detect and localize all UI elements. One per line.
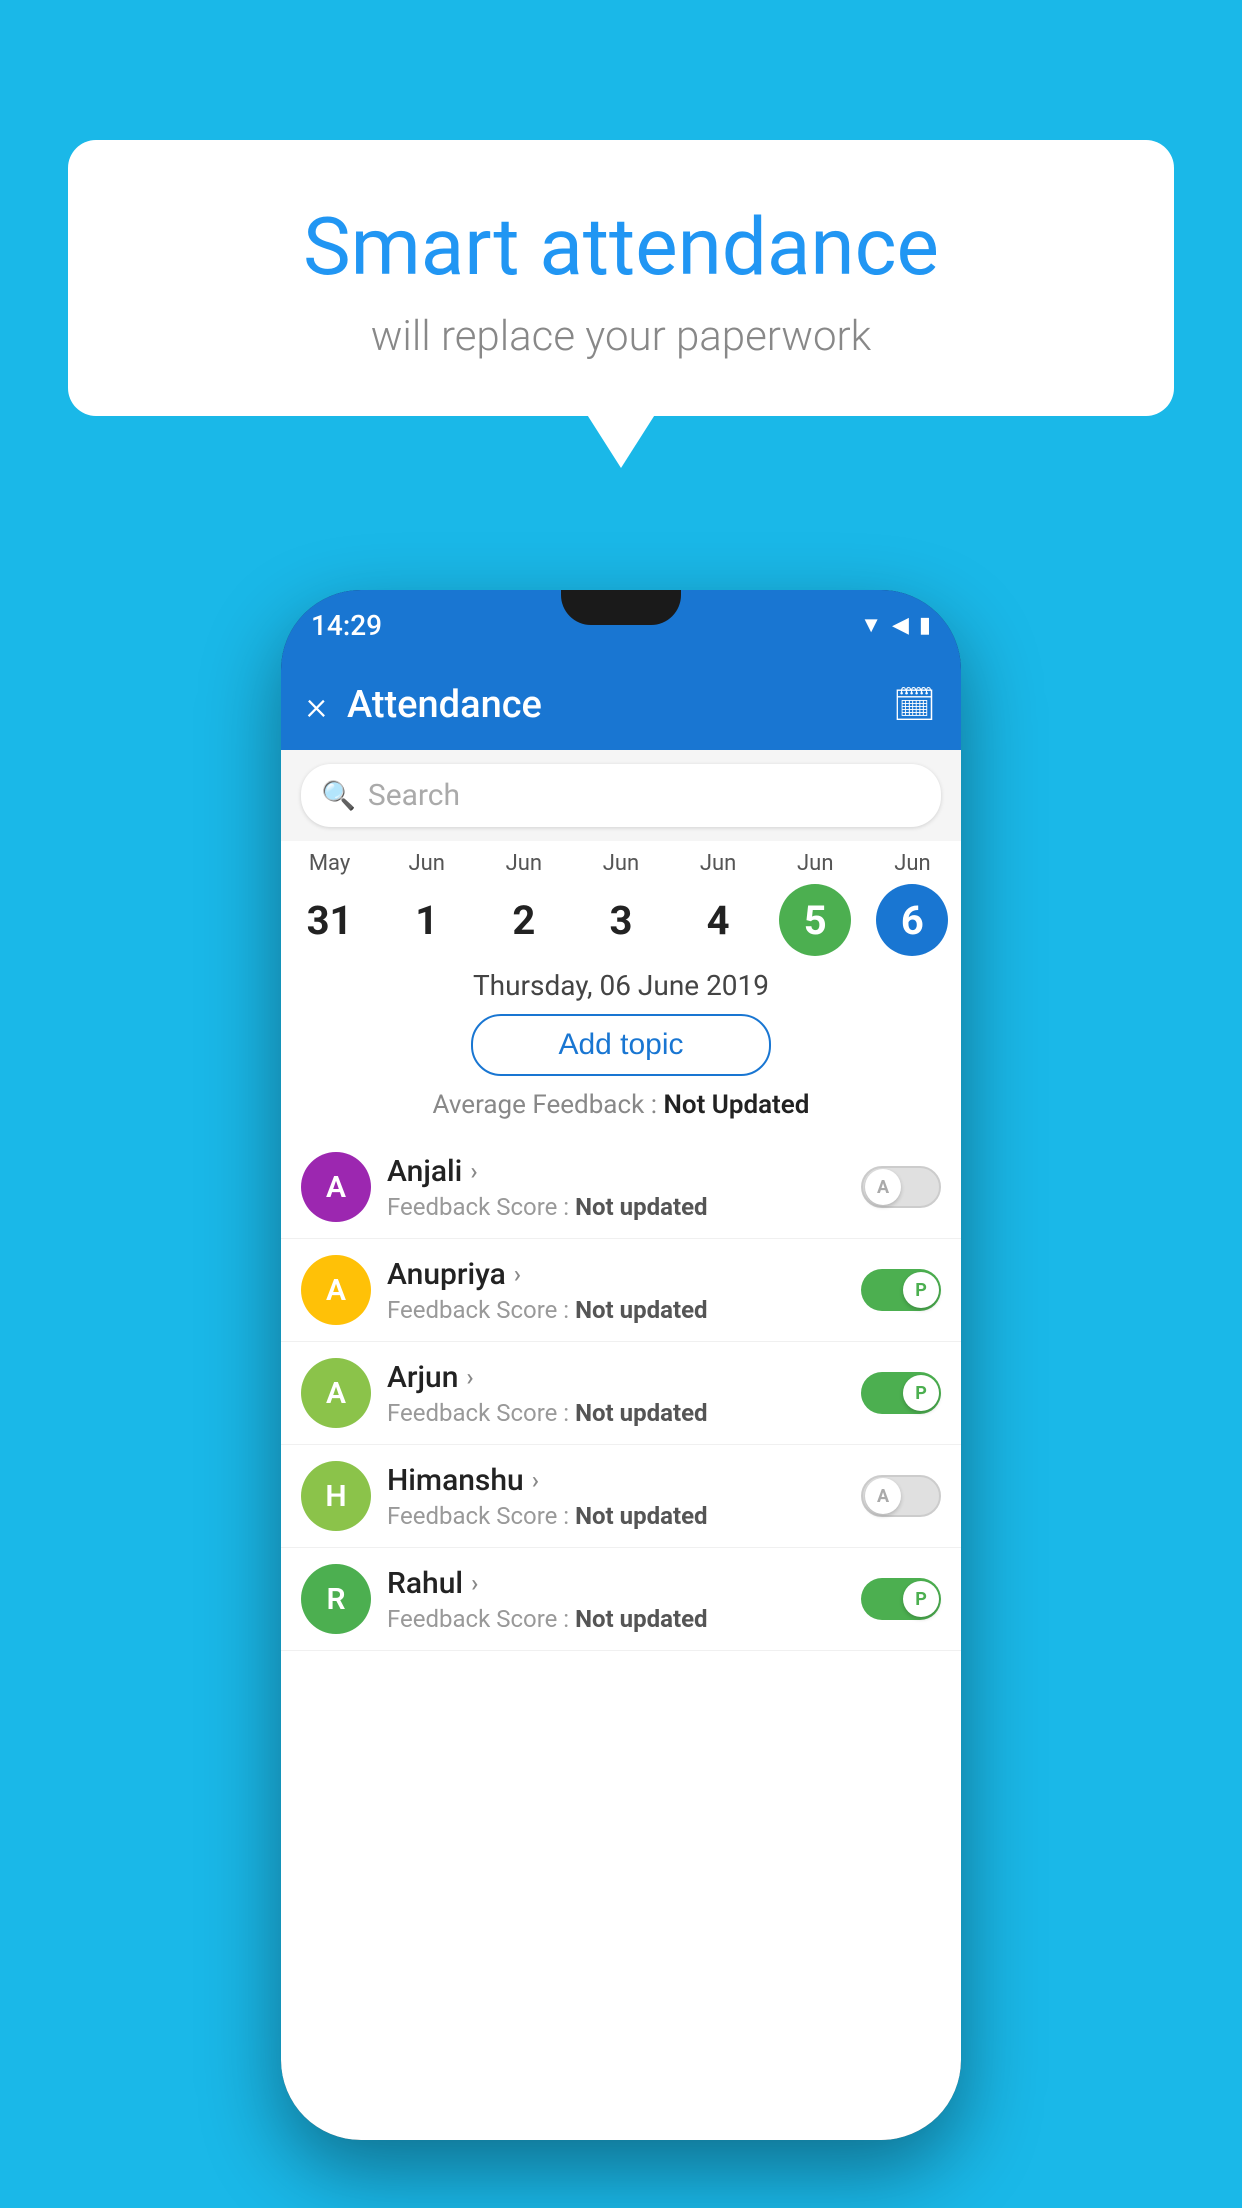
- student-feedback-3: Feedback Score : Not updated: [387, 1502, 845, 1530]
- student-name-1: Anupriya ›: [387, 1257, 845, 1292]
- add-topic-button[interactable]: Add topic: [471, 1014, 771, 1076]
- student-info-3: Himanshu › Feedback Score : Not updated: [387, 1463, 845, 1530]
- chevron-icon: ›: [514, 1260, 521, 1288]
- student-item-2[interactable]: A Arjun › Feedback Score : Not updated P: [281, 1342, 961, 1445]
- cal-date-5: 5: [779, 884, 851, 956]
- bubble-title: Smart attendance: [118, 200, 1124, 294]
- bubble-subtitle: will replace your paperwork: [118, 312, 1124, 361]
- calendar-day-5[interactable]: Jun 5: [770, 851, 860, 956]
- speech-bubble: Smart attendance will replace your paper…: [68, 140, 1174, 416]
- toggle-knob-1: P: [903, 1272, 939, 1308]
- cal-date-3: 3: [585, 884, 657, 956]
- student-item-4[interactable]: R Rahul › Feedback Score : Not updated P: [281, 1548, 961, 1651]
- student-feedback-4: Feedback Score : Not updated: [387, 1605, 845, 1633]
- student-item-0[interactable]: A Anjali › Feedback Score : Not updated A: [281, 1136, 961, 1239]
- status-icons: ▼ ◀ ▮: [860, 612, 931, 638]
- app-bar-title: Attendance: [347, 683, 873, 727]
- status-time: 14:29: [311, 609, 382, 642]
- search-bar-container: 🔍 Search: [281, 750, 961, 841]
- phone-screen: 🔍 Search May 31 Jun 1 Jun 2 Jun 3 Jun 4 Jun 5 Jun 6 T…: [281, 750, 961, 2140]
- search-input-wrapper[interactable]: 🔍 Search: [301, 764, 941, 827]
- attendance-toggle-2[interactable]: P: [861, 1372, 941, 1414]
- student-item-1[interactable]: A Anupriya › Feedback Score : Not updated P: [281, 1239, 961, 1342]
- student-info-2: Arjun › Feedback Score : Not updated: [387, 1360, 845, 1427]
- student-avatar-0: A: [301, 1152, 371, 1222]
- selected-date-label: Thursday, 06 June 2019: [281, 961, 961, 1014]
- student-feedback-0: Feedback Score : Not updated: [387, 1193, 845, 1221]
- calendar-day-1[interactable]: Jun 1: [382, 851, 472, 956]
- cal-date-1: 1: [391, 884, 463, 956]
- toggle-knob-4: P: [903, 1581, 939, 1617]
- student-info-4: Rahul › Feedback Score : Not updated: [387, 1566, 845, 1633]
- attendance-toggle-0[interactable]: A: [861, 1166, 941, 1208]
- student-avatar-1: A: [301, 1255, 371, 1325]
- cal-month-3: Jun: [603, 851, 639, 876]
- calendar-day-0[interactable]: May 31: [285, 851, 375, 956]
- toggle-knob-0: A: [865, 1169, 901, 1205]
- cal-date-4: 4: [682, 884, 754, 956]
- student-feedback-2: Feedback Score : Not updated: [387, 1399, 845, 1427]
- cal-month-4: Jun: [700, 851, 736, 876]
- search-icon: 🔍: [321, 779, 356, 812]
- avg-feedback-label: Average Feedback :: [433, 1090, 657, 1120]
- attendance-toggle-3[interactable]: A: [861, 1475, 941, 1517]
- avg-feedback: Average Feedback : Not Updated: [281, 1090, 961, 1120]
- chevron-icon: ›: [466, 1363, 473, 1391]
- cal-date-6: 6: [876, 884, 948, 956]
- app-bar: × Attendance 🗓: [281, 660, 961, 750]
- wifi-icon: ▼: [860, 612, 882, 638]
- chevron-icon: ›: [470, 1157, 477, 1185]
- cal-date-0: 31: [294, 884, 366, 956]
- calendar-strip: May 31 Jun 1 Jun 2 Jun 3 Jun 4 Jun 5 Jun 6: [281, 841, 961, 961]
- toggle-knob-2: P: [903, 1375, 939, 1411]
- student-name-4: Rahul ›: [387, 1566, 845, 1601]
- student-item-3[interactable]: H Himanshu › Feedback Score : Not updated A: [281, 1445, 961, 1548]
- cal-date-2: 2: [488, 884, 560, 956]
- student-name-0: Anjali ›: [387, 1154, 845, 1189]
- toggle-knob-3: A: [865, 1478, 901, 1514]
- chevron-icon: ›: [471, 1569, 478, 1597]
- student-feedback-1: Feedback Score : Not updated: [387, 1296, 845, 1324]
- avg-feedback-value: Not Updated: [663, 1090, 809, 1120]
- calendar-day-2[interactable]: Jun 2: [479, 851, 569, 956]
- signal-icon: ◀: [892, 613, 909, 638]
- student-list: AAnjali ›Feedback Score : Not updatedAAA…: [281, 1136, 961, 1651]
- student-avatar-4: R: [301, 1564, 371, 1634]
- calendar-icon[interactable]: 🗓: [893, 685, 936, 725]
- phone-frame: 14:29 ▼ ◀ ▮ × Attendance 🗓 🔍 Search May 3…: [281, 590, 961, 2140]
- phone-notch: [561, 590, 681, 625]
- chevron-icon: ›: [532, 1466, 539, 1494]
- calendar-day-3[interactable]: Jun 3: [576, 851, 666, 956]
- cal-month-1: Jun: [408, 851, 444, 876]
- student-name-3: Himanshu ›: [387, 1463, 845, 1498]
- student-avatar-2: A: [301, 1358, 371, 1428]
- student-name-2: Arjun ›: [387, 1360, 845, 1395]
- cal-month-0: May: [309, 851, 350, 876]
- cal-month-2: Jun: [506, 851, 542, 876]
- student-info-0: Anjali › Feedback Score : Not updated: [387, 1154, 845, 1221]
- close-button[interactable]: ×: [306, 682, 327, 729]
- attendance-toggle-1[interactable]: P: [861, 1269, 941, 1311]
- calendar-day-6[interactable]: Jun 6: [867, 851, 957, 956]
- cal-month-5: Jun: [797, 851, 833, 876]
- search-placeholder: Search: [368, 778, 460, 813]
- attendance-toggle-4[interactable]: P: [861, 1578, 941, 1620]
- calendar-day-4[interactable]: Jun 4: [673, 851, 763, 956]
- student-avatar-3: H: [301, 1461, 371, 1531]
- cal-month-6: Jun: [894, 851, 930, 876]
- student-info-1: Anupriya › Feedback Score : Not updated: [387, 1257, 845, 1324]
- battery-icon: ▮: [919, 613, 931, 638]
